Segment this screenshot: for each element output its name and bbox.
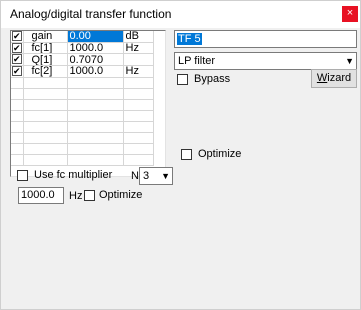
param-unit-cell — [123, 154, 154, 166]
param-unit-cell — [123, 99, 154, 111]
param-value-cell[interactable]: 0.7070 — [67, 53, 124, 66]
fc-multiplier-checkbox[interactable]: Use fc multiplier — [17, 169, 112, 181]
table-row[interactable] — [11, 77, 154, 89]
param-unit-cell — [123, 88, 154, 100]
param-unit-cell: Hz — [123, 42, 154, 55]
param-value-cell[interactable] — [67, 77, 124, 89]
row-enable-checkbox[interactable]: ✔ — [11, 31, 24, 43]
param-value-cell[interactable] — [67, 121, 124, 133]
table-row[interactable] — [11, 132, 154, 144]
optimize-checkbox-bottom[interactable]: Optimize — [84, 189, 142, 201]
bypass-checkbox[interactable]: Bypass — [177, 73, 230, 85]
wizard-button[interactable]: Wizard — [311, 69, 357, 88]
row-enable-checkbox[interactable] — [11, 88, 24, 100]
row-enable-checkbox[interactable] — [11, 121, 24, 133]
n-combo-value: 3 — [143, 170, 150, 182]
filter-type-value: LP filter — [178, 55, 216, 67]
row-enable-checkbox[interactable] — [11, 99, 24, 111]
param-name-cell — [23, 121, 68, 133]
table-row[interactable] — [11, 110, 154, 122]
param-name-cell — [23, 143, 68, 155]
row-enable-checkbox[interactable] — [11, 143, 24, 155]
param-value-cell[interactable] — [67, 110, 124, 122]
table-row[interactable] — [11, 143, 154, 155]
table-row[interactable]: ✔ fc[1] 1000.0 Hz — [11, 42, 154, 55]
table-row[interactable]: ✔ fc[2] 1000.0 Hz — [11, 65, 154, 78]
param-name-cell: fc[2] — [23, 65, 68, 78]
row-enable-checkbox[interactable]: ✔ — [11, 42, 24, 55]
param-value-cell[interactable] — [67, 88, 124, 100]
chevron-down-icon: ▼ — [161, 171, 170, 181]
param-value-cell[interactable]: 1000.0 — [67, 42, 124, 55]
optimize-bottom-label: Optimize — [99, 189, 143, 201]
close-icon[interactable]: × — [342, 6, 358, 22]
param-name-cell — [23, 99, 68, 111]
table-row[interactable] — [11, 88, 154, 100]
hz-label: Hz — [69, 190, 83, 202]
name-field-value: TF 5 — [177, 33, 202, 45]
n-combo[interactable]: 3 ▼ — [139, 167, 173, 185]
row-enable-checkbox[interactable] — [11, 132, 24, 144]
param-unit-cell — [123, 143, 154, 155]
parameter-grid[interactable]: ✔ gain 0.00 dB ✔ fc[1] 1000.0 Hz ✔ Q[1] 0.7070 ✔ fc[… — [10, 30, 166, 177]
transfer-function-window: Analog/digital transfer function × ✔ gain… — [0, 0, 361, 310]
window-title: Analog/digital transfer function — [10, 7, 172, 21]
table-row[interactable] — [11, 121, 154, 133]
param-unit-cell — [123, 77, 154, 89]
param-value-cell[interactable]: 1000.0 — [67, 65, 124, 78]
bypass-label: Bypass — [194, 73, 231, 85]
param-value-cell[interactable]: 0.00 — [67, 31, 124, 43]
frequency-input[interactable]: 1000.0 — [18, 187, 64, 204]
param-unit-cell — [123, 53, 154, 66]
chevron-down-icon: ▼ — [345, 56, 354, 66]
param-name-cell: gain — [23, 31, 68, 43]
param-value-cell[interactable] — [67, 143, 124, 155]
optimize-checkbox-top[interactable]: Optimize — [181, 148, 241, 160]
title-bar: Analog/digital transfer function × — [1, 1, 360, 28]
check-icon[interactable]: ✔ — [11, 31, 22, 41]
wizard-button-label: Wizard — [317, 72, 351, 84]
wizard-mnemonic: W — [316, 72, 328, 84]
param-value-cell[interactable] — [67, 99, 124, 111]
param-name-cell: fc[1] — [23, 42, 68, 55]
name-field[interactable]: TF 5 — [174, 30, 357, 48]
row-enable-checkbox[interactable] — [11, 77, 24, 89]
param-name-cell — [23, 88, 68, 100]
check-icon[interactable]: ✔ — [11, 54, 22, 65]
filter-type-combo[interactable]: LP filter ▼ — [174, 52, 357, 70]
param-unit-cell — [123, 110, 154, 122]
param-name-cell — [23, 77, 68, 89]
row-enable-checkbox[interactable]: ✔ — [11, 65, 24, 78]
optimize-top-box[interactable] — [181, 148, 192, 160]
param-name-cell — [23, 110, 68, 122]
param-unit-cell — [123, 121, 154, 133]
row-enable-checkbox[interactable] — [11, 110, 24, 122]
param-name-cell: Q[1] — [23, 53, 68, 66]
param-value-cell[interactable] — [67, 154, 124, 166]
param-unit-cell: Hz — [123, 65, 154, 78]
row-enable-checkbox[interactable] — [11, 154, 24, 166]
optimize-bottom-box[interactable] — [84, 189, 95, 201]
param-unit-cell — [123, 132, 154, 144]
optimize-top-label: Optimize — [198, 148, 242, 160]
param-value-cell[interactable] — [67, 132, 124, 144]
check-icon[interactable]: ✔ — [11, 42, 22, 53]
table-row[interactable]: ✔ Q[1] 0.7070 — [11, 53, 154, 66]
param-name-cell — [23, 132, 68, 144]
fc-multiplier-label: Use fc multiplier — [34, 169, 113, 181]
table-row[interactable] — [11, 99, 154, 111]
param-name-cell — [23, 154, 68, 166]
bypass-checkbox-box[interactable] — [177, 73, 188, 85]
check-icon[interactable]: ✔ — [11, 65, 22, 76]
param-unit-cell: dB — [123, 31, 154, 43]
wizard-label-rest: izard — [327, 72, 352, 84]
row-enable-checkbox[interactable]: ✔ — [11, 53, 24, 66]
table-row[interactable] — [11, 154, 154, 166]
table-row[interactable]: ✔ gain 0.00 dB — [11, 31, 154, 43]
fc-multiplier-box[interactable] — [17, 169, 28, 181]
n-label: N — [131, 170, 139, 182]
